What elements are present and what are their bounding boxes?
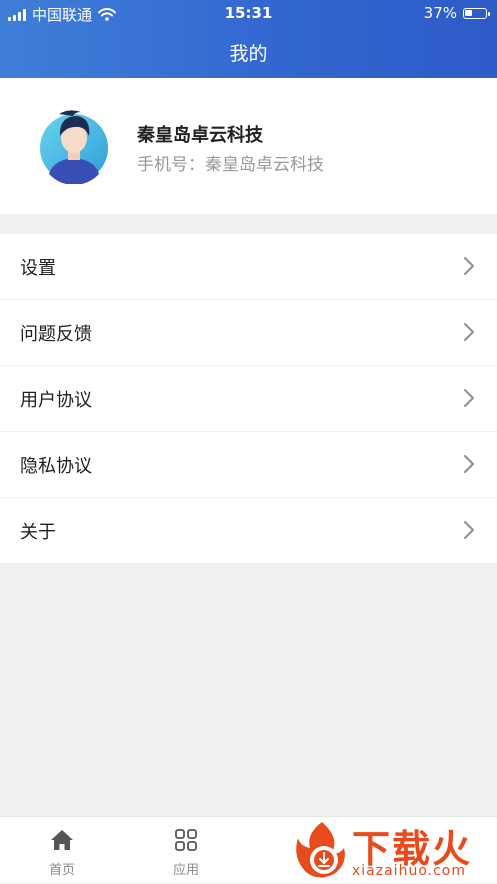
menu-item-label: 设置 [20, 258, 56, 279]
chevron-right-icon [464, 521, 474, 539]
chevron-right-icon [464, 389, 474, 407]
tab-home-label: 首页 [48, 863, 75, 878]
battery-icon [463, 7, 490, 19]
chevron-right-icon [464, 257, 474, 275]
tab-apps[interactable]: 应用 [136, 817, 236, 884]
menu-item-label: 用户协议 [20, 390, 92, 411]
chevron-right-icon [464, 455, 474, 473]
menu-item-user-agreement[interactable]: 用户协议 [0, 366, 497, 432]
menu-item-label: 关于 [20, 522, 56, 543]
battery-level-fill [465, 9, 472, 16]
flame-logo-icon [296, 822, 345, 878]
profile-phone: 手机号：秦皇岛卓云科技 [137, 155, 324, 175]
status-bar: 中国联通 15:31 37% [0, 0, 497, 26]
watermark: 下载火 xiazaihuo.com [292, 816, 497, 883]
top-bar: 中国联通 15:31 37% 我的 [0, 0, 497, 78]
menu-item-about[interactable]: 关于 [0, 498, 497, 563]
menu-list: 设置 问题反馈 用户协议 隐私协议 关于 [0, 234, 497, 563]
menu-item-label: 隐私协议 [20, 456, 92, 477]
battery-percent: 37% [423, 4, 457, 22]
home-icon [51, 830, 73, 850]
menu-item-privacy-agreement[interactable]: 隐私协议 [0, 432, 497, 498]
tab-home[interactable]: 首页 [12, 817, 112, 884]
page-title: 我的 [229, 43, 268, 65]
chevron-right-icon [464, 323, 474, 341]
tab-apps-label: 应用 [172, 863, 199, 878]
menu-item-label: 问题反馈 [20, 324, 92, 345]
menu-item-feedback[interactable]: 问题反馈 [0, 300, 497, 366]
grid-icon [175, 829, 197, 851]
profile-card[interactable]: 秦皇岛卓云科技 手机号：秦皇岛卓云科技 [0, 78, 497, 214]
profile-name: 秦皇岛卓云科技 [137, 125, 263, 146]
watermark-domain: xiazaihuo.com [352, 863, 466, 879]
avatar [40, 110, 108, 184]
status-time: 15:31 [224, 4, 273, 22]
menu-item-settings[interactable]: 设置 [0, 234, 497, 300]
status-right: 37% [423, 4, 490, 22]
